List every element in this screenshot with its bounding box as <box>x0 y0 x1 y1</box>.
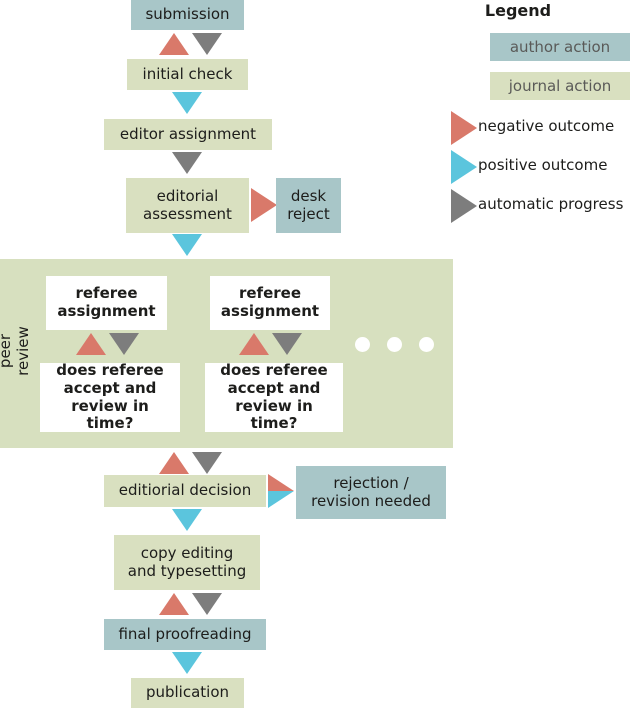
triangle-right-icon <box>451 189 477 223</box>
positive-outcome-arrow-icon <box>172 234 202 256</box>
triangle-right-icon <box>451 150 477 184</box>
legend-label-positive-outcome: positive outcome <box>478 156 608 174</box>
automatic-progress-arrow-icon <box>172 152 202 174</box>
mixed-outcome-arrow-icon <box>268 474 294 508</box>
automatic-progress-arrow-icon <box>192 593 222 615</box>
negative-outcome-arrow-icon <box>159 593 189 615</box>
node-initial-check[interactable]: initial check <box>127 59 248 90</box>
positive-outcome-arrow-icon <box>172 652 202 674</box>
negative-outcome-arrow-icon <box>159 452 189 474</box>
node-submission[interactable]: submission <box>131 0 244 30</box>
negative-outcome-arrow-icon <box>251 188 277 222</box>
peer-review-label: peer review <box>0 326 32 376</box>
automatic-progress-arrow-icon <box>109 333 139 355</box>
positive-outcome-arrow-icon <box>172 92 202 114</box>
ellipsis-dot <box>387 337 402 352</box>
legend-swatch-author-action: author action <box>490 33 630 61</box>
automatic-progress-arrow-icon <box>192 33 222 55</box>
node-final-proofreading[interactable]: final proofreading <box>104 619 266 650</box>
legend-title: Legend <box>484 1 552 20</box>
automatic-progress-arrow-icon <box>192 452 222 474</box>
node-editorial-assessment[interactable]: editorial assessment <box>126 178 249 233</box>
node-rejection-revision[interactable]: rejection / revision needed <box>296 466 446 519</box>
positive-outcome-arrow-icon <box>172 509 202 531</box>
node-referee-question-1[interactable]: does referee accept and review in time? <box>40 361 180 432</box>
negative-outcome-arrow-icon <box>159 33 189 55</box>
negative-outcome-arrow-icon <box>239 333 269 355</box>
legend: Legend author action journal action nega… <box>448 0 630 223</box>
automatic-progress-arrow-icon <box>272 333 302 355</box>
triangle-right-icon <box>451 111 477 145</box>
flowchart-diagram: peer review submission initial check edi… <box>0 0 630 708</box>
node-copy-editing[interactable]: copy editing and typesetting <box>114 535 260 590</box>
node-editorial-decision[interactable]: editiorial decision <box>104 475 266 507</box>
node-desk-reject[interactable]: desk reject <box>276 178 341 233</box>
legend-swatch-journal-action: journal action <box>490 72 630 100</box>
negative-outcome-arrow-icon <box>76 333 106 355</box>
node-publication[interactable]: publication <box>131 678 244 708</box>
node-referee-assignment-1[interactable]: referee assignment <box>46 276 167 330</box>
node-referee-assignment-2[interactable]: referee assignment <box>210 276 330 330</box>
legend-label-automatic-progress: automatic progress <box>478 195 624 213</box>
node-editor-assignment[interactable]: editor assignment <box>104 119 272 150</box>
ellipsis-dot <box>355 337 370 352</box>
legend-label-negative-outcome: negative outcome <box>478 117 615 135</box>
node-referee-question-2[interactable]: does referee accept and review in time? <box>205 361 343 432</box>
ellipsis-dot <box>419 337 434 352</box>
